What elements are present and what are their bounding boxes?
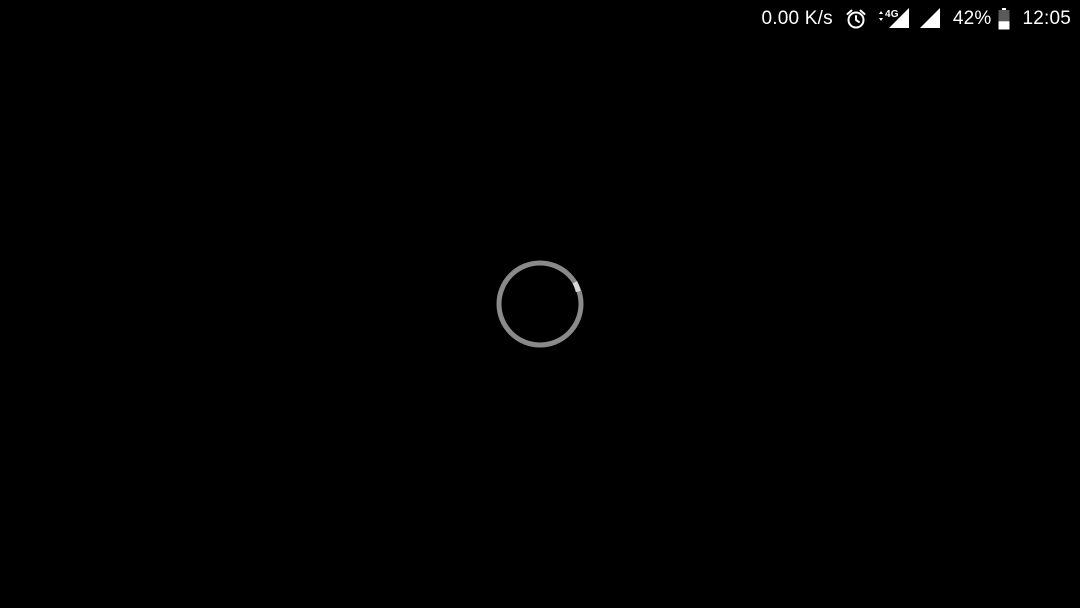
spinner-ring [496, 260, 584, 348]
cell-signal-icon [919, 8, 941, 30]
app-screen: 0.00 K/s 4G 42% 12:05 [0, 0, 1080, 608]
battery-percent: 42% [952, 8, 992, 29]
4g-signal-icon: 4G [877, 8, 911, 30]
network-type-label: 4G [885, 9, 899, 20]
alarm-clock-icon [845, 8, 867, 30]
loading-spinner [496, 260, 584, 348]
clock-time: 12:05 [1022, 8, 1071, 29]
spinner-highlight [572, 281, 581, 293]
battery-fill [998, 21, 1010, 30]
status-bar: 0.00 K/s 4G 42% 12:05 [762, 0, 1080, 38]
network-speed: 0.00 K/s [761, 8, 833, 29]
battery-icon [998, 8, 1010, 30]
